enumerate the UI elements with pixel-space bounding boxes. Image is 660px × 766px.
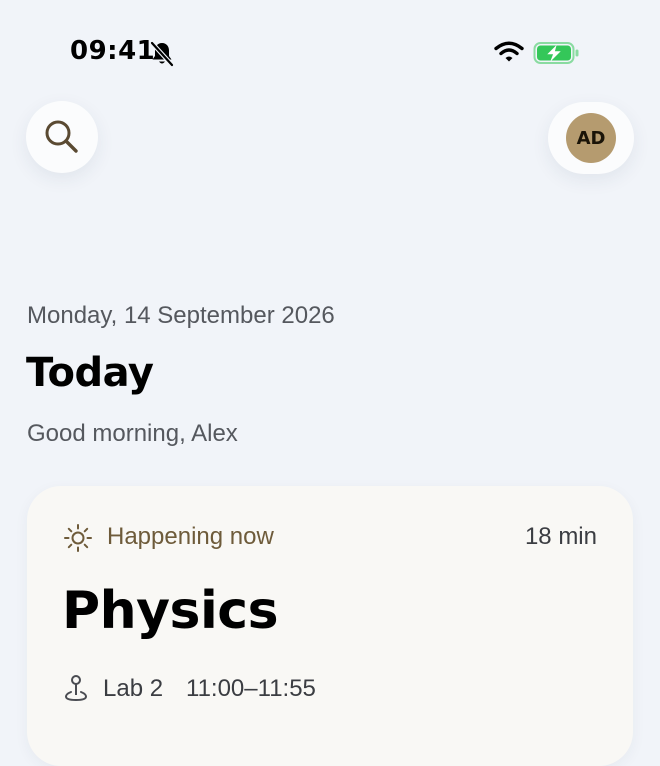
map-pin-icon xyxy=(64,675,88,702)
greeting-text: Good morning, Alex xyxy=(27,420,238,447)
search-icon xyxy=(45,120,78,153)
happening-now-label: Happening now xyxy=(107,523,274,550)
bell-slash-icon xyxy=(149,40,175,68)
search-button[interactable] xyxy=(26,101,98,173)
status-time: 09:41 xyxy=(70,36,156,66)
room-label: Lab 2 xyxy=(103,675,164,702)
avatar: AD xyxy=(566,113,616,163)
status-bar: 09:41 xyxy=(0,0,660,100)
class-time-range: 11:00–11:55 xyxy=(186,675,316,702)
sun-icon xyxy=(64,524,92,552)
time-remaining: 18 min xyxy=(524,523,597,550)
battery-charging-icon xyxy=(533,42,579,64)
class-title: Physics xyxy=(62,581,279,641)
wifi-icon xyxy=(494,41,524,62)
current-class-card[interactable]: Happening now 18 min Physics Lab 2 11:00… xyxy=(27,486,633,766)
page-title: Today xyxy=(26,350,154,396)
profile-button[interactable]: AD xyxy=(548,102,634,174)
date-label: Monday, 14 September 2026 xyxy=(27,302,335,329)
